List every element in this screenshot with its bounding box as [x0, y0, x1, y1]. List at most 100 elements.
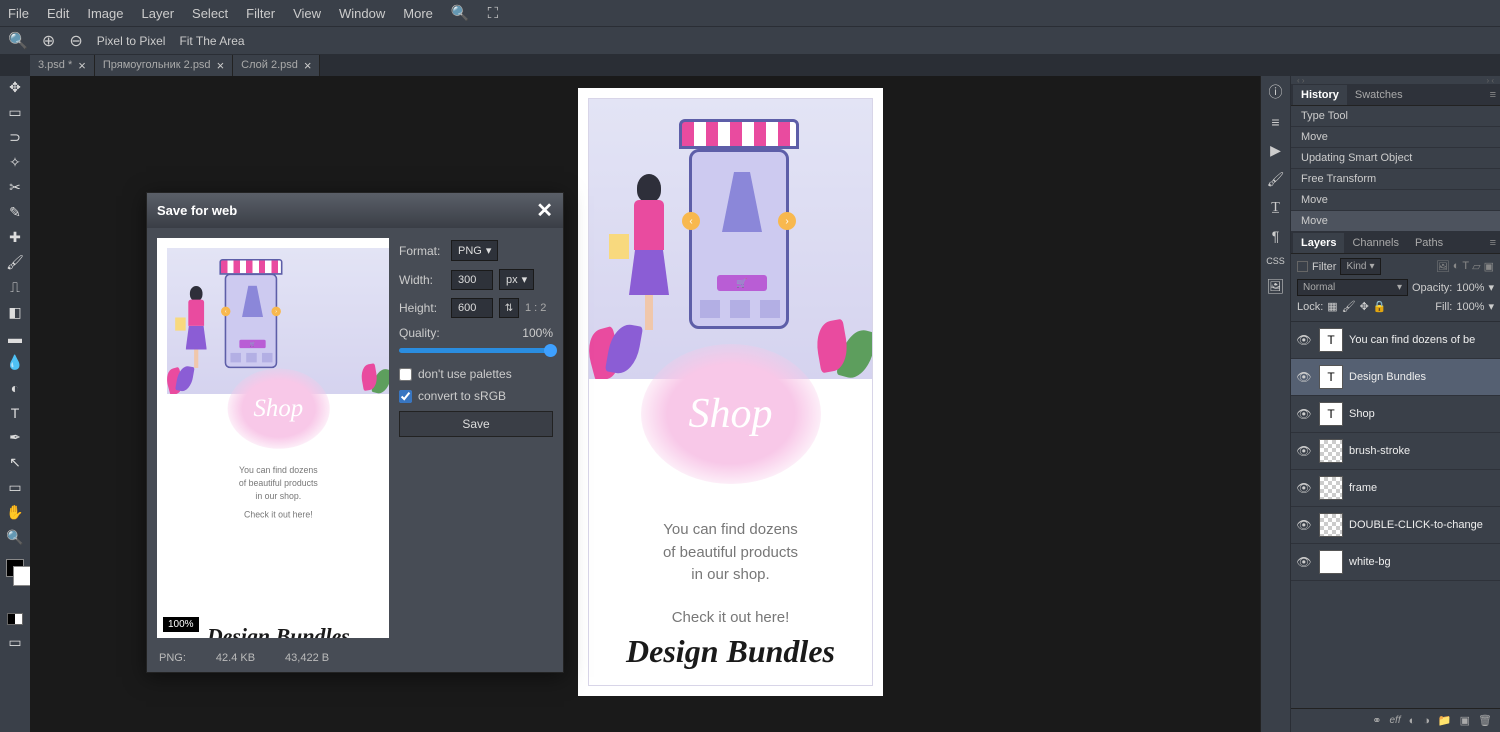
type-tool[interactable]: T	[5, 405, 25, 420]
visibility-icon[interactable]: 👁	[1295, 407, 1313, 421]
zoom-in-icon[interactable]: ⊕	[42, 31, 55, 51]
close-icon[interactable]: ×	[78, 58, 86, 73]
layer-row[interactable]: 👁white-bg	[1291, 544, 1500, 581]
history-item[interactable]: Move	[1291, 127, 1500, 148]
mask-icon[interactable]: ◐	[1409, 715, 1416, 727]
panel-menu-icon[interactable]: ≡	[1490, 89, 1496, 101]
fx-icon[interactable]: eff	[1389, 715, 1400, 726]
visibility-icon[interactable]: 👁	[1295, 555, 1313, 569]
adjustments-icon[interactable]: 🖌	[1267, 171, 1285, 188]
visibility-icon[interactable]: 👁	[1295, 333, 1313, 347]
glyphs-icon[interactable]: ¶	[1272, 228, 1280, 244]
move-tool[interactable]: ✥	[5, 80, 25, 95]
document-tab[interactable]: 3.psd *×	[30, 55, 95, 76]
dodge-tool[interactable]: ◐	[5, 380, 25, 395]
marquee-tool[interactable]: ▭	[5, 105, 25, 120]
eyedropper-tool[interactable]: ✎	[5, 205, 25, 220]
css-icon[interactable]: CSS	[1266, 256, 1285, 266]
document-tab[interactable]: Прямоугольник 2.psd×	[95, 55, 233, 76]
history-item[interactable]: Move	[1291, 190, 1500, 211]
filter-type-icon[interactable]: T	[1462, 260, 1469, 273]
fill-dropdown-icon[interactable]: ▾	[1488, 300, 1494, 313]
visibility-icon[interactable]: 👁	[1295, 370, 1313, 384]
trash-icon[interactable]: 🗑	[1478, 714, 1492, 727]
link-dimensions-icon[interactable]: ⇅	[499, 298, 519, 318]
eraser-tool[interactable]: ◧	[5, 305, 25, 320]
menu-view[interactable]: View	[293, 6, 321, 21]
zoom-out-icon[interactable]: ⊖	[69, 31, 82, 51]
layer-row[interactable]: 👁TDesign Bundles	[1291, 359, 1500, 396]
brush-tool[interactable]: 🖌	[5, 255, 25, 270]
pixel-to-pixel-button[interactable]: Pixel to Pixel	[97, 34, 166, 48]
layer-row[interactable]: 👁DOUBLE-CLICK-to-change	[1291, 507, 1500, 544]
menu-window[interactable]: Window	[339, 6, 385, 21]
blur-tool[interactable]: 💧	[5, 355, 25, 370]
opacity-dropdown-icon[interactable]: ▾	[1488, 281, 1494, 294]
wand-tool[interactable]: ✧	[5, 155, 25, 170]
history-item[interactable]: Updating Smart Object	[1291, 148, 1500, 169]
hand-tool[interactable]: ✋	[5, 505, 25, 520]
path-tool[interactable]: ↖	[5, 455, 25, 470]
quality-slider[interactable]	[399, 348, 553, 353]
layer-row[interactable]: 👁TYou can find dozens of be	[1291, 322, 1500, 359]
filter-shape-icon[interactable]: ▱	[1472, 260, 1480, 273]
shape-tool[interactable]: ▭	[5, 480, 25, 495]
dialog-title-bar[interactable]: Save for web ✕	[147, 193, 563, 228]
folder-icon[interactable]: 📁	[1438, 714, 1452, 727]
fit-area-button[interactable]: Fit The Area	[179, 34, 244, 48]
visibility-icon[interactable]: 👁	[1295, 518, 1313, 532]
history-tab[interactable]: History	[1293, 85, 1347, 105]
pen-tool[interactable]: ✒	[5, 430, 25, 445]
menu-more[interactable]: More	[403, 6, 433, 21]
crop-tool[interactable]: ✂	[5, 180, 25, 195]
layers-tab[interactable]: Layers	[1293, 233, 1344, 253]
quickmask-icon[interactable]	[7, 613, 23, 625]
filter-smart-icon[interactable]: ▣	[1484, 260, 1494, 273]
filter-checkbox[interactable]	[1297, 261, 1308, 272]
blend-mode-select[interactable]: Normal▾	[1297, 279, 1408, 296]
lock-paint-icon[interactable]: 🖌	[1342, 300, 1356, 313]
lasso-tool[interactable]: ⊃	[5, 130, 25, 145]
swatches-tab[interactable]: Swatches	[1347, 85, 1411, 105]
layer-row[interactable]: 👁brush-stroke	[1291, 433, 1500, 470]
visibility-icon[interactable]: 👁	[1295, 481, 1313, 495]
panel-menu-icon[interactable]: ≡	[1490, 237, 1496, 249]
canvas[interactable]: ‹ › 🛒 Shop You can find dozens of beauti…	[578, 88, 883, 696]
filter-image-icon[interactable]: 🖼	[1436, 260, 1450, 273]
zoom-tool[interactable]: 🔍	[5, 530, 25, 545]
lock-transparent-icon[interactable]: ▦	[1327, 300, 1337, 313]
history-item[interactable]: Type Tool	[1291, 106, 1500, 127]
document-tab[interactable]: Слой 2.psd×	[233, 55, 320, 76]
visibility-icon[interactable]: 👁	[1295, 444, 1313, 458]
paths-tab[interactable]: Paths	[1407, 233, 1451, 253]
color-swatch[interactable]	[6, 559, 24, 577]
palettes-checkbox[interactable]	[399, 368, 412, 381]
image-icon[interactable]: 🖼	[1267, 278, 1285, 295]
menu-image[interactable]: Image	[87, 6, 123, 21]
adjustment-icon[interactable]: ◑	[1423, 715, 1430, 727]
heal-tool[interactable]: ✚	[5, 230, 25, 245]
format-select[interactable]: PNG▾	[451, 240, 498, 261]
search-icon[interactable]: 🔍	[451, 4, 470, 22]
menu-edit[interactable]: Edit	[47, 6, 69, 21]
close-icon[interactable]: ✕	[536, 198, 553, 223]
height-input[interactable]	[451, 298, 493, 318]
history-item[interactable]: Move	[1291, 211, 1500, 232]
channels-tab[interactable]: Channels	[1344, 233, 1406, 253]
stamp-tool[interactable]: ⎍	[5, 280, 25, 295]
new-layer-icon[interactable]: ▣	[1460, 714, 1470, 727]
width-input[interactable]	[451, 270, 493, 290]
width-unit-select[interactable]: px▾	[499, 269, 534, 290]
menu-filter[interactable]: Filter	[246, 6, 275, 21]
menu-layer[interactable]: Layer	[142, 6, 175, 21]
history-item[interactable]: Free Transform	[1291, 169, 1500, 190]
info-icon[interactable]: ⓘ	[1269, 82, 1283, 102]
layer-row[interactable]: 👁TShop	[1291, 396, 1500, 433]
fullscreen-icon[interactable]: ⛶	[488, 5, 499, 22]
lock-all-icon[interactable]: 🔒	[1373, 300, 1387, 313]
menu-file[interactable]: File	[8, 6, 29, 21]
save-button[interactable]: Save	[399, 411, 553, 437]
layer-row[interactable]: 👁frame	[1291, 470, 1500, 507]
menu-select[interactable]: Select	[192, 6, 228, 21]
filter-adjust-icon[interactable]: ◐	[1453, 260, 1460, 273]
